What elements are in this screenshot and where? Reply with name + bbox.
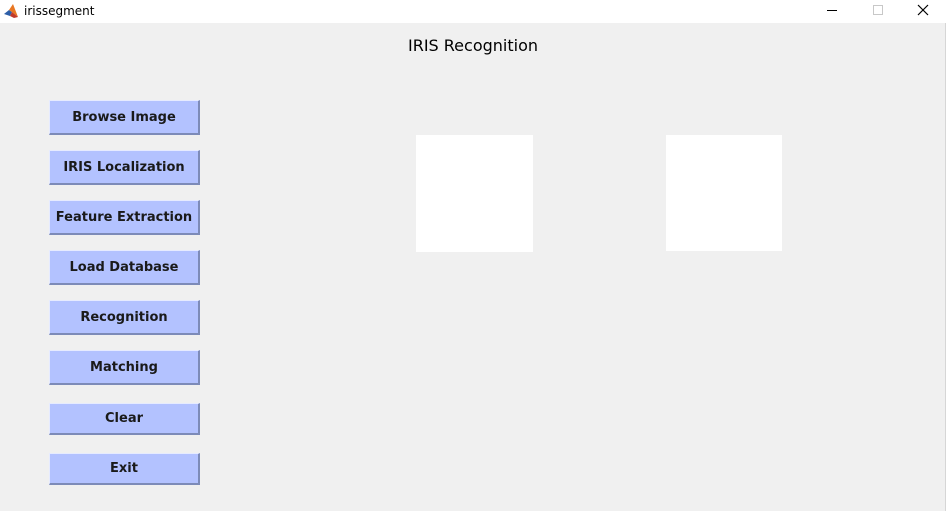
maximize-icon bbox=[872, 3, 884, 21]
title-bar[interactable]: irissegment bbox=[0, 0, 946, 23]
clear-button[interactable]: Clear bbox=[49, 403, 200, 435]
minimize-button[interactable] bbox=[809, 0, 855, 23]
close-icon bbox=[917, 3, 929, 21]
exit-button[interactable]: Exit bbox=[49, 453, 200, 485]
browse-image-button[interactable]: Browse Image bbox=[49, 100, 200, 135]
input-image-axes bbox=[416, 135, 533, 252]
matching-button[interactable]: Matching bbox=[49, 350, 200, 385]
load-database-button[interactable]: Load Database bbox=[49, 250, 200, 285]
close-button[interactable] bbox=[900, 0, 946, 23]
minimize-icon bbox=[826, 3, 838, 21]
feature-extraction-button[interactable]: Feature Extraction bbox=[49, 200, 200, 235]
matlab-logo-icon bbox=[3, 3, 19, 19]
iris-localization-button[interactable]: IRIS Localization bbox=[49, 150, 200, 185]
window-title: irissegment bbox=[24, 4, 95, 18]
result-image-axes bbox=[666, 135, 782, 251]
recognition-button[interactable]: Recognition bbox=[49, 300, 200, 335]
maximize-button[interactable] bbox=[855, 0, 901, 23]
page-title: IRIS Recognition bbox=[407, 36, 538, 55]
app-window: irissegment IRIS Recognition Browse Imag… bbox=[0, 0, 946, 511]
